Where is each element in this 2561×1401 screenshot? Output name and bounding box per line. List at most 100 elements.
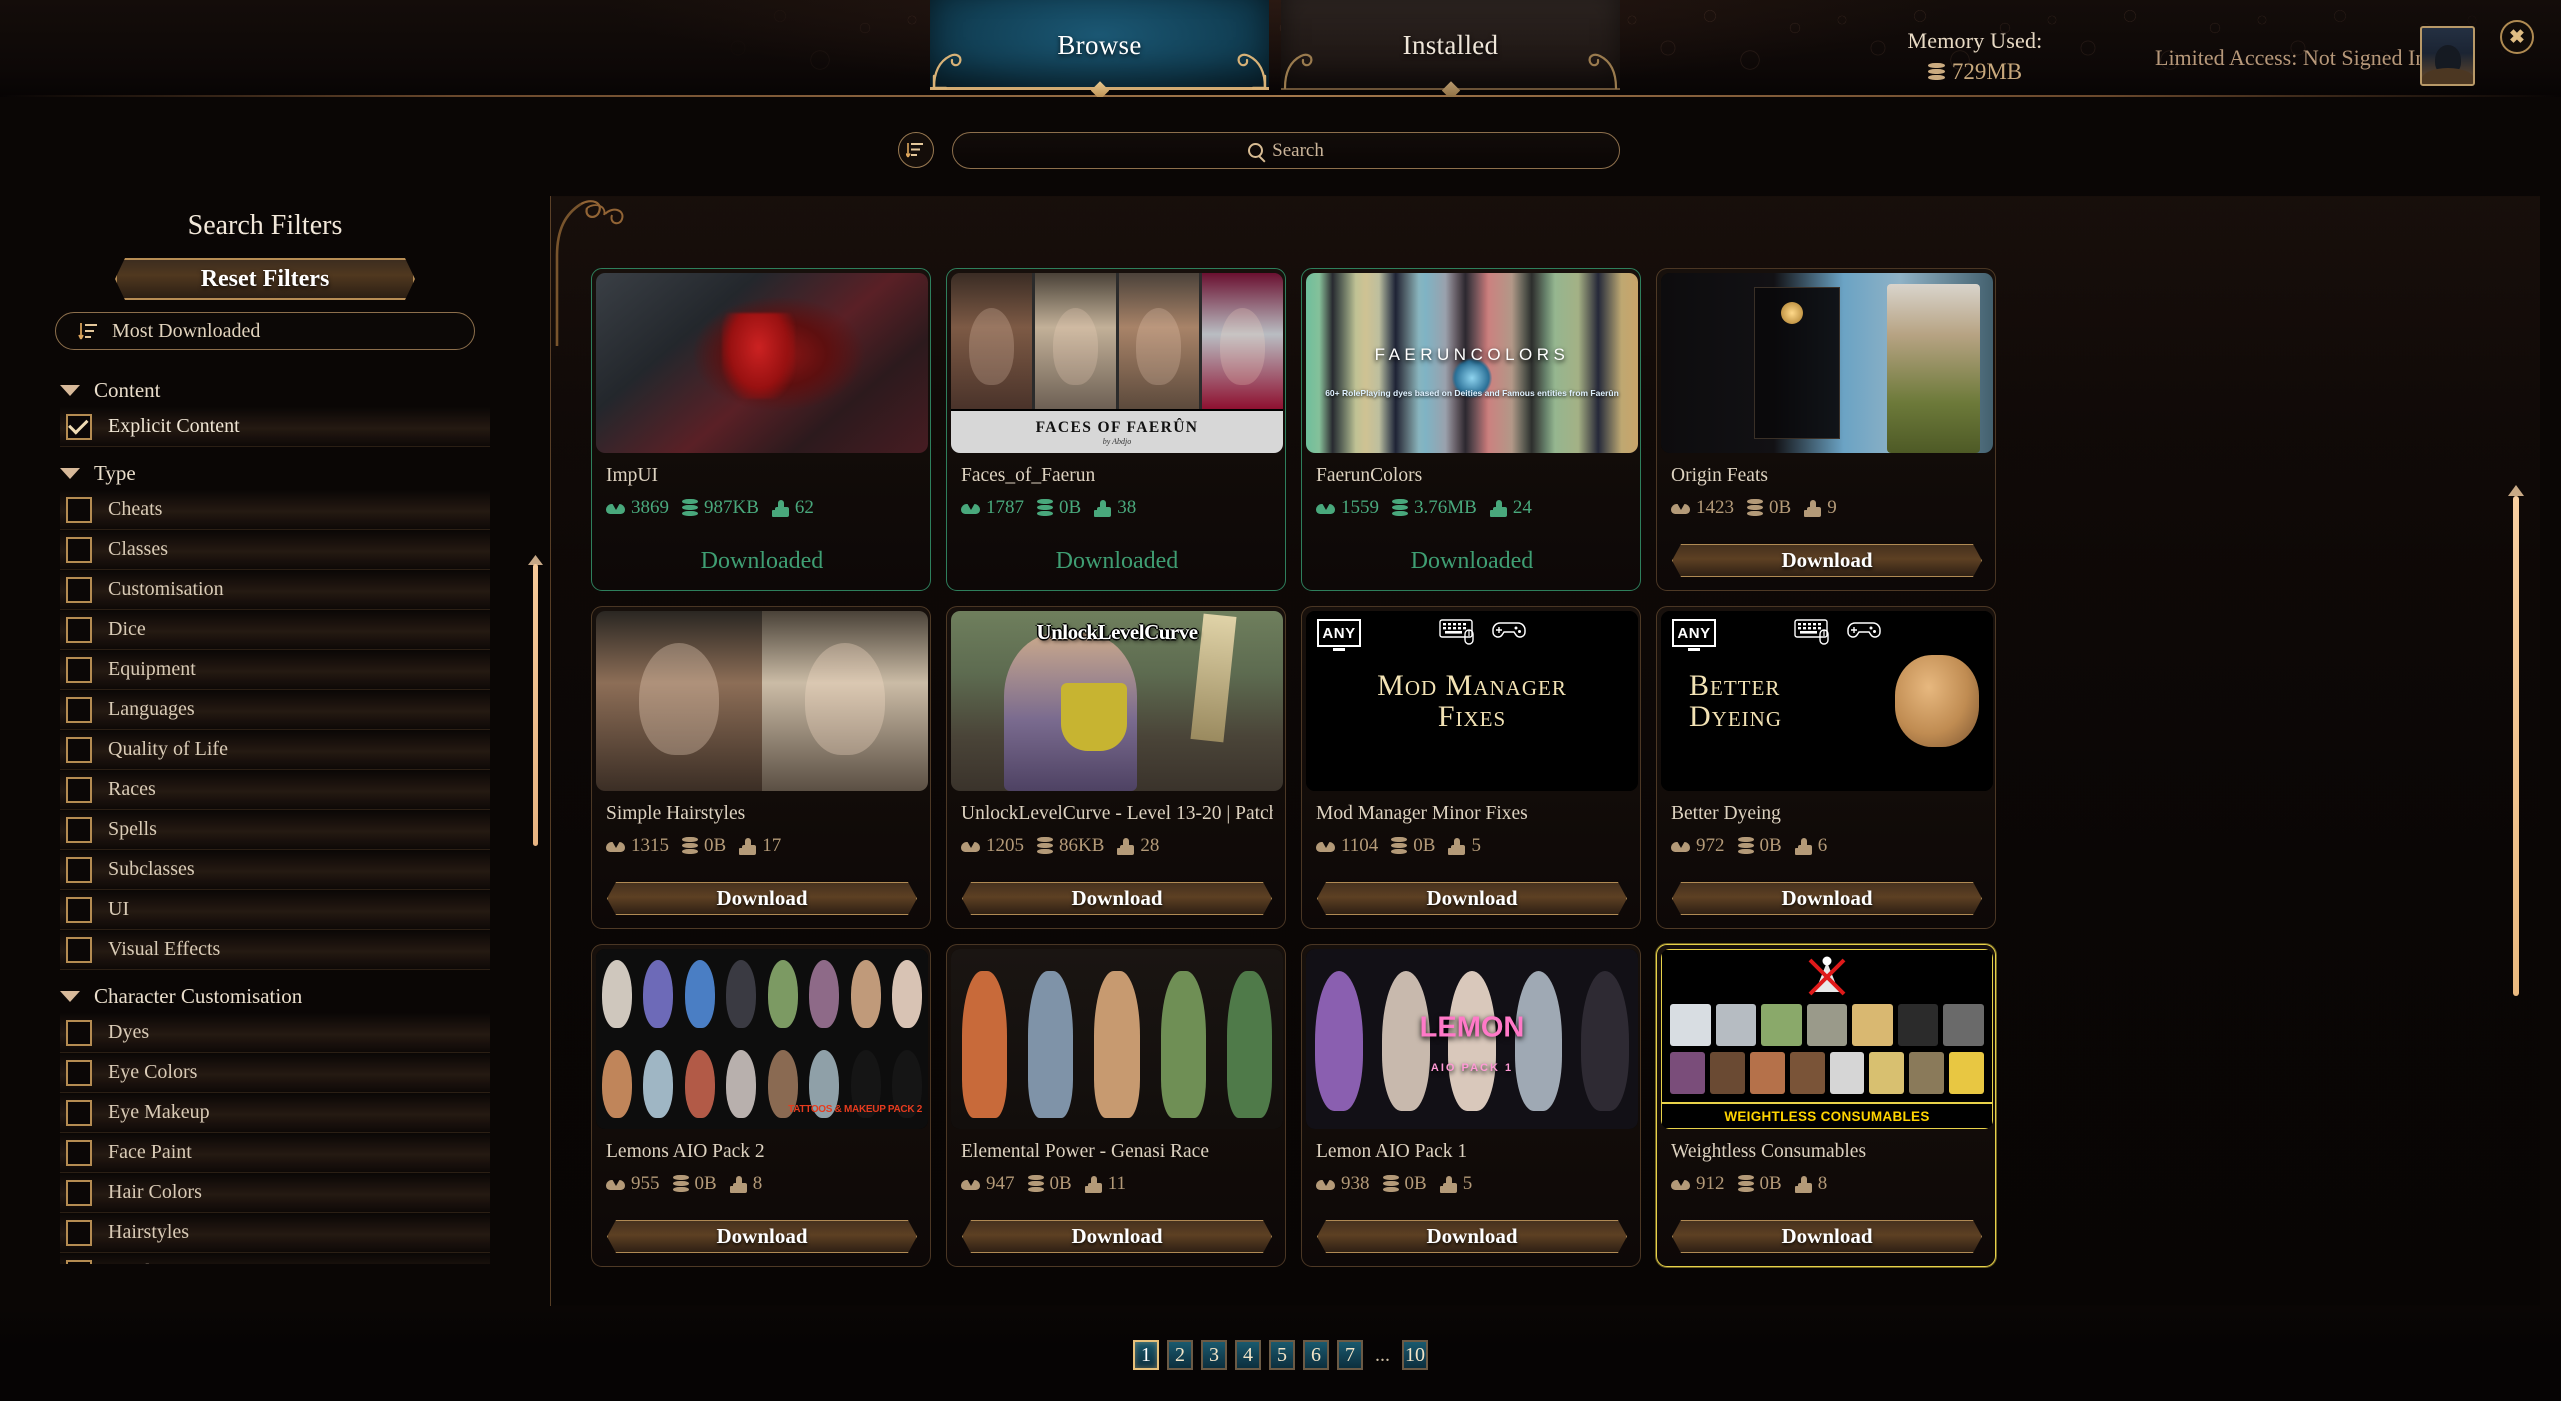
sort-dropdown[interactable]: Most Downloaded [55, 312, 475, 350]
content-scrollbar[interactable] [2513, 496, 2519, 996]
checkbox[interactable] [66, 616, 92, 643]
filter-item-races[interactable]: Races [60, 770, 490, 810]
sidebar-scrollbar[interactable] [533, 564, 538, 846]
download-button[interactable]: Download [1317, 1220, 1627, 1253]
mod-card[interactable]: FAERUNCOLORS 60+ RolePlaying dyes based o… [1301, 268, 1641, 591]
download-button[interactable]: Download [1672, 882, 1982, 915]
checkbox[interactable] [66, 413, 92, 440]
filter-item-heads[interactable]: Heads [60, 1253, 490, 1264]
mod-card[interactable]: Simple Hairstyles 1315 0B 17 Download [591, 606, 931, 929]
filter-item-ui[interactable]: UI [60, 890, 490, 930]
mod-card[interactable]: Elemental Power - Genasi Race 947 0B 11 Down… [946, 944, 1286, 1267]
tab-browse[interactable]: Browse [930, 0, 1269, 97]
filter-item-hair-colors[interactable]: Hair Colors [60, 1173, 490, 1213]
checkbox[interactable] [66, 656, 92, 683]
mod-card[interactable]: Origin Feats 1423 0B 9 Download [1656, 268, 1996, 591]
page-button-4[interactable]: 4 [1235, 1340, 1261, 1370]
mod-card[interactable]: FACES OF FAERÛN by Abdjo Faces_of_Faerun 17… [946, 268, 1286, 591]
filter-item-quality-of-life[interactable]: Quality of Life [60, 730, 490, 770]
mod-card[interactable]: Mod Manager Fixes ANY Mod Manager Minor Fix… [1301, 606, 1641, 929]
mod-title: UnlockLevelCurve - Level 13-20 | Patch 7 [961, 803, 1273, 824]
checkbox[interactable] [66, 1219, 92, 1246]
mod-stats: 972 0B 6 [1671, 835, 1827, 857]
checkbox[interactable] [66, 816, 92, 843]
mod-card[interactable]: TATTOOS & MAKEUP PACK 2 Lemons AIO Pack 2… [591, 944, 931, 1267]
checkbox[interactable] [66, 736, 92, 763]
download-button[interactable]: Download [1317, 882, 1627, 915]
filter-group-content[interactable]: Content [60, 378, 530, 403]
mod-thumbnail [596, 273, 928, 453]
page-button-6[interactable]: 6 [1303, 1340, 1329, 1370]
filter-item-face-paint[interactable]: Face Paint [60, 1133, 490, 1173]
checkbox[interactable] [66, 776, 92, 803]
page-button-last[interactable]: 10 [1402, 1340, 1428, 1370]
filter-item-subclasses[interactable]: Subclasses [60, 850, 490, 890]
mod-grid: ImpUI 3869 987KB 62 Downloaded FACES OF FAERÛ… [591, 268, 2271, 1267]
download-cloud-icon [606, 1177, 625, 1192]
filter-item-languages[interactable]: Languages [60, 690, 490, 730]
checkbox[interactable] [66, 576, 92, 603]
download-cloud-icon [1316, 501, 1335, 516]
checkbox[interactable] [66, 536, 92, 563]
filter-item-classes[interactable]: Classes [60, 530, 490, 570]
checkbox[interactable] [66, 1139, 92, 1166]
mod-card[interactable]: UnlockLevelCurve UnlockLevelCurve - Level… [946, 606, 1286, 929]
filter-item-eye-colors[interactable]: Eye Colors [60, 1053, 490, 1093]
tab-installed[interactable]: Installed [1281, 0, 1620, 97]
sort-icon[interactable] [898, 132, 934, 168]
account-status[interactable]: Limited Access: Not Signed In [2155, 45, 2426, 71]
checkbox[interactable] [66, 1259, 92, 1264]
mod-card[interactable]: LEMON AIO PACK 1 Lemon AIO Pack 1 938 0B 5 Dow… [1301, 944, 1641, 1267]
download-cloud-icon [961, 1177, 980, 1192]
mod-card[interactable]: Better Dyeing ANY Better Dyeing 972 0B 6 Downlo… [1656, 606, 1996, 929]
mod-thumbnail [951, 949, 1283, 1129]
download-button[interactable]: Download [607, 882, 917, 915]
download-button[interactable]: Download [962, 882, 1272, 915]
checkbox[interactable] [66, 1099, 92, 1126]
checkbox[interactable] [66, 696, 92, 723]
mod-card[interactable]: WEIGHTLESS CONSUMABLES Weightless Consuma… [1656, 944, 1996, 1267]
filter-item-cheats[interactable]: Cheats [60, 490, 490, 530]
mod-art-tag: TATTOOS & MAKEUP PACK 2 [788, 1104, 922, 1115]
filter-item-eye-makeup[interactable]: Eye Makeup [60, 1093, 490, 1133]
content-scroll-up-arrow[interactable] [2508, 485, 2524, 496]
filter-group-type[interactable]: Type [60, 461, 530, 486]
checkbox[interactable] [66, 896, 92, 923]
filter-item-hairstyles[interactable]: Hairstyles [60, 1213, 490, 1253]
download-button[interactable]: Download [607, 1220, 917, 1253]
page-button-2[interactable]: 2 [1167, 1340, 1193, 1370]
checkbox[interactable] [66, 936, 92, 963]
search-input[interactable]: Search [952, 132, 1620, 169]
filter-item-dice[interactable]: Dice [60, 610, 490, 650]
page-button-3[interactable]: 3 [1201, 1340, 1227, 1370]
reset-filters-button[interactable]: Reset Filters [115, 258, 415, 300]
download-button[interactable]: Download [962, 1220, 1272, 1253]
page-button-7[interactable]: 7 [1337, 1340, 1363, 1370]
checkbox[interactable] [66, 496, 92, 523]
mod-card[interactable]: ImpUI 3869 987KB 62 Downloaded [591, 268, 931, 591]
filter-item-visual-effects[interactable]: Visual Effects [60, 930, 490, 970]
checkbox[interactable] [66, 856, 92, 883]
download-button[interactable]: Download [1672, 544, 1982, 577]
mod-stats: 947 0B 11 [961, 1173, 1126, 1195]
database-icon [1037, 499, 1053, 517]
close-icon[interactable]: ✖ [2500, 20, 2534, 54]
downloads-count: 955 [631, 1173, 660, 1194]
filter-item-equipment[interactable]: Equipment [60, 650, 490, 690]
filter-item-customisation[interactable]: Customisation [60, 570, 490, 610]
mod-thumbnail [596, 611, 928, 791]
filter-item-dyes[interactable]: Dyes [60, 1013, 490, 1053]
checkbox[interactable] [66, 1059, 92, 1086]
title-bar: Browse Installed Memory Used: 729MB Limi… [0, 0, 2561, 97]
checkbox[interactable] [66, 1019, 92, 1046]
filter-item-spells[interactable]: Spells [60, 810, 490, 850]
mod-stats: 1559 3.76MB 24 [1316, 497, 1532, 519]
download-button[interactable]: Download [1672, 1220, 1982, 1253]
page-button-5[interactable]: 5 [1269, 1340, 1295, 1370]
avatar[interactable] [2420, 26, 2475, 86]
filter-item-explicit-content[interactable]: Explicit Content [60, 407, 490, 447]
checkbox[interactable] [66, 1179, 92, 1206]
mod-thumbnail: WEIGHTLESS CONSUMABLES [1661, 949, 1993, 1129]
filter-group-character-customisation[interactable]: Character Customisation [60, 984, 530, 1009]
page-button-1[interactable]: 1 [1133, 1340, 1159, 1370]
